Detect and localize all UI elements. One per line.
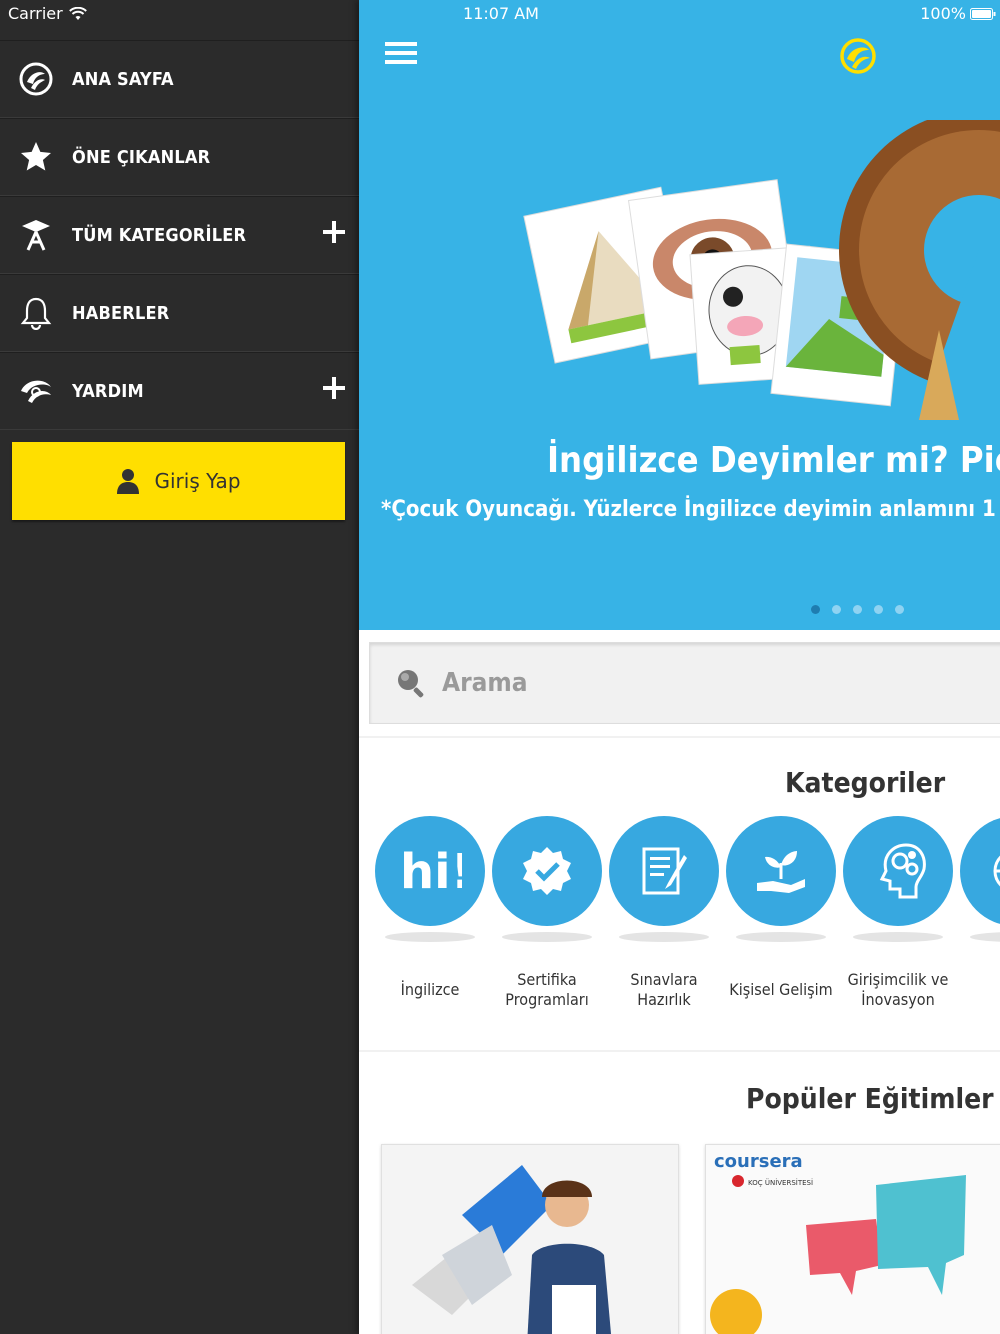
globe-icon (993, 855, 1000, 887)
sidebar-item-home[interactable]: ANA SAYFA (0, 40, 359, 118)
wifi-icon (68, 6, 87, 20)
svg-text:KOÇ ÜNİVERSİTESİ: KOÇ ÜNİVERSİTESİ (748, 1178, 813, 1187)
category-exam-prep[interactable]: Sınavlara Hazırlık (609, 816, 719, 1020)
course-card[interactable]: coursera KOÇ ÜNİVERSİTESİ (705, 1144, 1000, 1334)
plant-hand-icon (757, 851, 805, 893)
category-label: Sınavlara Hazırlık (630, 970, 698, 1009)
user-icon (117, 469, 140, 494)
course-thumbnail (382, 1145, 678, 1334)
category-technology[interactable]: Te (960, 816, 1000, 1020)
star-icon (21, 142, 51, 171)
battery-icon (970, 7, 996, 20)
expand-plus-icon[interactable] (321, 219, 347, 245)
pager-dot[interactable] (811, 605, 820, 614)
sidebar-item-label: YARDIM (72, 380, 144, 402)
head-gears-icon (879, 843, 926, 899)
carousel-pager[interactable] (811, 605, 904, 614)
status-carrier: Carrier (8, 4, 87, 23)
coursera-logo-icon: coursera (714, 1151, 803, 1172)
login-label: Giriş Yap (154, 469, 241, 493)
sidebar-item-news[interactable]: HABERLER (0, 274, 359, 352)
status-time: 11:07 AM (463, 4, 539, 23)
svg-text:hi!: hi! (400, 846, 462, 896)
search-placeholder: Arama (442, 668, 528, 698)
sidebar-item-label: HABERLER (72, 302, 170, 324)
sidebar-item-label: ÖNE ÇIKANLAR (72, 146, 211, 168)
exam-paper-icon (642, 847, 687, 895)
category-english[interactable]: hi! İngilizce (375, 816, 485, 1020)
pager-dot[interactable] (895, 605, 904, 614)
categories-section: Kategoriler hi! İngilizce (359, 738, 1000, 1050)
category-label: Kişisel Gelişim (729, 980, 833, 999)
category-certificates[interactable]: Sertifika Programları (492, 816, 602, 1020)
category-personal-growth[interactable]: Kişisel Gelişim (726, 816, 836, 1020)
course-card[interactable] (381, 1144, 679, 1334)
sidebar-item-all-categories[interactable]: TÜM KATEGORİLER (0, 196, 359, 274)
main-content: 11:07 AM 100% İngilizce Deyimler mi? Pi … (359, 0, 1000, 1334)
pager-dot[interactable] (874, 605, 883, 614)
search-section: Arama (359, 630, 1000, 736)
sidebar-item-label: TÜM KATEGORİLER (72, 224, 247, 246)
popular-title: Popüler Eğitimler (746, 1082, 994, 1115)
sidebar-item-label: ANA SAYFA (72, 68, 174, 90)
popular-courses-section: Popüler Eğitimler coursera KOÇ ÜNİVERSİT… (359, 1052, 1000, 1334)
hero-banner[interactable]: 11:07 AM 100% İngilizce Deyimler mi? Pi … (359, 0, 1000, 630)
carrier-label: Carrier (8, 4, 63, 23)
hi-icon: hi! (400, 846, 462, 896)
category-list: hi! İngilizce (375, 816, 1000, 1020)
help-hand-icon (21, 380, 51, 403)
pager-dot[interactable] (832, 605, 841, 614)
course-thumbnail: coursera KOÇ ÜNİVERSİTESİ (706, 1145, 1000, 1334)
search-input[interactable]: Arama (369, 642, 1000, 724)
graduation-cap-icon (22, 220, 50, 251)
category-label: Sertifika Programları (505, 970, 589, 1009)
hero-title: İngilizce Deyimler mi? Piece (547, 440, 1000, 481)
brand-logo-icon (840, 38, 876, 74)
category-entrepreneurship[interactable]: Girişimcilik ve İnovasyon (843, 816, 953, 1020)
sidebar-item-help[interactable]: YARDIM (0, 352, 359, 430)
hero-illustration (523, 120, 1000, 420)
battery-percent: 100% (920, 4, 966, 23)
category-label: İngilizce (400, 980, 460, 999)
login-button[interactable]: Giriş Yap (12, 442, 345, 520)
pager-dot[interactable] (853, 605, 862, 614)
category-label: Girişimcilik ve İnovasyon (847, 970, 949, 1009)
bell-icon (20, 297, 52, 330)
side-menu-list: ANA SAYFA ÖNE ÇIKANLAR TÜM KATEGORİLER H… (0, 40, 359, 430)
certificate-badge-icon (523, 847, 571, 895)
side-menu: Carrier ANA SAYFA ÖNE ÇIKANLAR TÜM KATEG… (0, 0, 359, 1334)
brand-logo-icon (19, 62, 53, 96)
sidebar-item-featured[interactable]: ÖNE ÇIKANLAR (0, 118, 359, 196)
app-root: Carrier ANA SAYFA ÖNE ÇIKANLAR TÜM KATEG… (0, 0, 1000, 1334)
hero-subtitle: *Çocuk Oyuncağı. Yüzlerce İngilizce deyi… (381, 497, 1000, 522)
status-battery: 100% (920, 4, 996, 23)
search-icon (398, 670, 424, 698)
categories-title: Kategoriler (785, 766, 946, 799)
expand-plus-icon[interactable] (321, 375, 347, 401)
menu-hamburger-icon[interactable] (385, 42, 417, 64)
